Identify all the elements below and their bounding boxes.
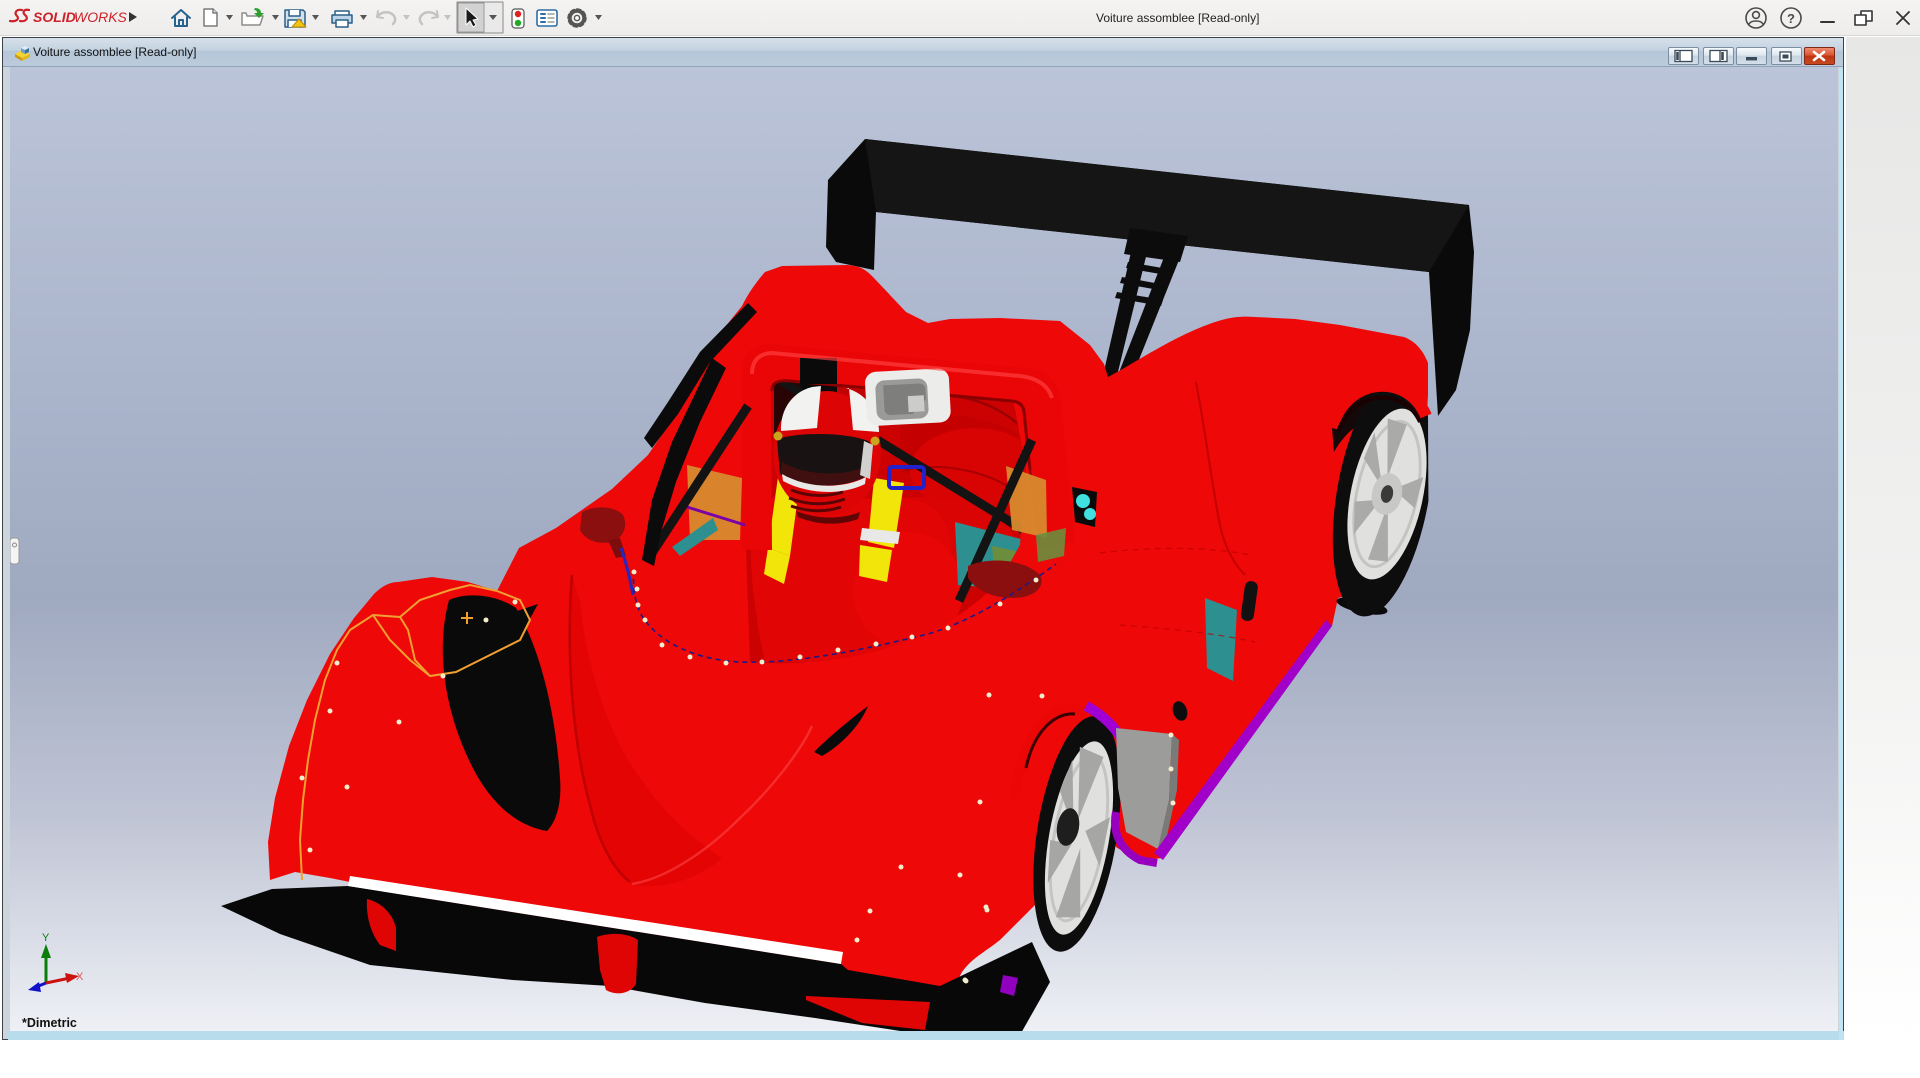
svg-text:WORKS: WORKS	[74, 9, 128, 25]
svg-text:SOLID: SOLID	[33, 9, 76, 25]
svg-text:Y: Y	[42, 932, 50, 944]
svg-text:?: ?	[1787, 11, 1795, 26]
svg-text:X: X	[76, 971, 84, 983]
svg-text:*Dimetric: *Dimetric	[22, 1016, 77, 1030]
